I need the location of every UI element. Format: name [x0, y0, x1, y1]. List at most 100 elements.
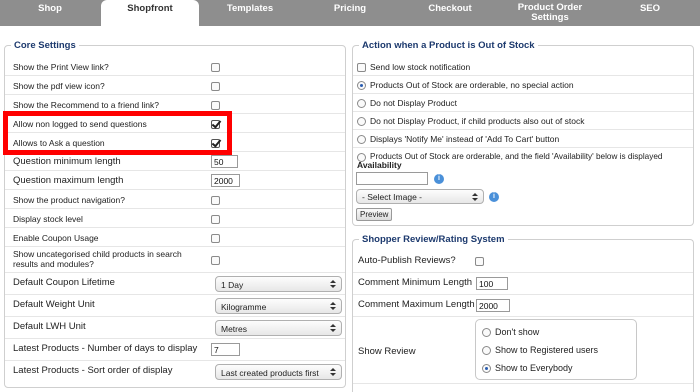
stock-level-checkbox[interactable]	[211, 215, 220, 224]
row-uncategorised: Show uncategorised child products in sea…	[5, 248, 345, 273]
row-stock-opt2: Do not Display Product	[353, 94, 693, 112]
tab-seo[interactable]: SEO	[600, 0, 700, 26]
review-dont-show-radio[interactable]	[482, 328, 491, 337]
stock-level-label: Display stock level	[13, 214, 83, 224]
low-stock-checkbox[interactable]	[357, 63, 366, 72]
tab-label: Product Order Settings	[517, 2, 583, 23]
comment-max-input[interactable]: 2000	[476, 299, 510, 312]
low-stock-label: Send low stock notification	[370, 62, 471, 72]
tab-bar: Shop Shopfront Templates Pricing Checkou…	[0, 0, 700, 27]
tab-label: Checkout	[428, 3, 472, 14]
recommend-checkbox[interactable]	[211, 101, 220, 110]
stock-opt4-label: Displays 'Notify Me' instead of 'Add To …	[370, 134, 560, 144]
tab-label: Pricing	[333, 3, 367, 14]
stock-opt3-label: Do not Display Product, if child product…	[370, 116, 585, 126]
product-navigation-checkbox[interactable]	[211, 196, 220, 205]
select-arrows-icon	[329, 367, 337, 377]
row-pdf-icon: Show the pdf view icon?	[5, 77, 345, 95]
latest-days-input[interactable]: 7	[211, 343, 240, 356]
stock-opt3-radio[interactable]	[357, 117, 366, 126]
row-question-max: Question maximum length 2000	[5, 172, 345, 190]
tab-pricing[interactable]: Pricing	[300, 0, 400, 26]
show-review-label: Show Review	[358, 346, 416, 357]
tab-shop[interactable]: Shop	[0, 0, 100, 26]
out-of-stock-legend: Action when a Product is Out of Stock	[362, 40, 535, 51]
latest-days-label: Latest Products - Number of days to disp…	[13, 343, 198, 354]
row-stock-opt5: Products Out of Stock are orderable, and…	[353, 148, 693, 166]
auto-publish-checkbox[interactable]	[475, 257, 484, 266]
select-arrows-icon	[329, 279, 337, 289]
select-arrows-icon	[471, 192, 479, 202]
show-review-options: Don't show Show to Registered users Show…	[475, 319, 637, 380]
stock-opt5-label: Products Out of Stock are orderable, and…	[370, 152, 663, 161]
coupon-lifetime-select[interactable]: 1 Day	[215, 276, 342, 292]
row-comment-max: Comment Maximum Length 2000	[353, 296, 693, 317]
preview-button[interactable]: Preview	[356, 208, 393, 221]
latest-sort-label: Latest Products - Sort order of display	[13, 365, 173, 376]
comment-min-label: Comment Minimum Length	[358, 277, 473, 288]
row-stock-opt4: Displays 'Notify Me' instead of 'Add To …	[353, 130, 693, 148]
row-stock-level: Display stock level	[5, 210, 345, 228]
select-arrows-icon	[329, 301, 337, 311]
row-latest-days: Latest Products - Number of days to disp…	[5, 340, 345, 361]
coupon-usage-label: Enable Coupon Usage	[13, 233, 99, 243]
row-question-min: Question minimum length 50	[5, 153, 345, 171]
tab-label: Shopfront	[127, 3, 173, 14]
info-icon[interactable]: i	[434, 174, 444, 184]
question-max-input[interactable]: 2000	[211, 174, 240, 187]
stock-opt1-radio[interactable]	[357, 81, 366, 90]
row-product-navigation: Show the product navigation?	[5, 191, 345, 209]
row-lwh-unit: Default LWH Unit Metres	[5, 318, 345, 339]
info-icon[interactable]: i	[489, 192, 499, 202]
comment-min-input[interactable]: 100	[476, 277, 508, 290]
pdf-icon-label: Show the pdf view icon?	[13, 81, 105, 91]
print-view-label: Show the Print View link?	[13, 62, 109, 72]
review-dont-show-label: Don't show	[495, 327, 540, 337]
tab-product-order-settings[interactable]: Product Order Settings	[500, 0, 600, 26]
out-of-stock-rows: Send low stock notification Products Out…	[353, 58, 693, 224]
tab-label: SEO	[639, 3, 661, 14]
select-image-value: - Select Image -	[362, 192, 422, 202]
pdf-icon-checkbox[interactable]	[211, 82, 220, 91]
review-registered-label: Show to Registered users	[495, 345, 599, 355]
select-image-dropdown[interactable]: - Select Image -	[356, 189, 484, 204]
row-stock-opt1: Products Out of Stock are orderable, no …	[353, 76, 693, 94]
stock-opt4-radio[interactable]	[357, 135, 366, 144]
uncategorised-label: Show uncategorised child products in sea…	[13, 249, 182, 269]
uncategorised-checkbox[interactable]	[211, 256, 220, 265]
latest-sort-select[interactable]: Last created products first	[215, 364, 342, 380]
review-registered-radio[interactable]	[482, 346, 491, 355]
question-max-label: Question maximum length	[13, 175, 124, 186]
question-min-label: Question minimum length	[13, 156, 121, 167]
tab-shopfront[interactable]: Shopfront	[101, 0, 199, 27]
coupon-lifetime-value: 1 Day	[221, 280, 244, 290]
core-settings-legend: Core Settings	[14, 40, 76, 51]
coupon-usage-checkbox[interactable]	[211, 234, 220, 243]
lwh-unit-select[interactable]: Metres	[215, 320, 342, 336]
row-comment-min: Comment Minimum Length 100	[353, 274, 693, 295]
question-min-input[interactable]: 50	[211, 155, 238, 168]
availability-input[interactable]	[356, 172, 428, 185]
review-everybody-radio[interactable]	[482, 364, 491, 373]
tab-checkout[interactable]: Checkout	[400, 0, 500, 26]
tab-templates[interactable]: Templates	[200, 0, 300, 26]
row-print-view: Show the Print View link?	[5, 58, 345, 76]
highlight-box	[3, 111, 232, 155]
row-coupon-usage: Enable Coupon Usage	[5, 229, 345, 247]
weight-unit-value: Kilogramme	[221, 302, 267, 312]
tab-label: Shop	[38, 3, 62, 14]
weight-unit-label: Default Weight Unit	[13, 299, 95, 310]
row-show-review: Show Review Don't show Show to Registere…	[353, 318, 693, 384]
weight-unit-select[interactable]: Kilogramme	[215, 298, 342, 314]
review-rows: Auto-Publish Reviews? Comment Minimum Le…	[353, 252, 693, 392]
row-latest-sort: Latest Products - Sort order of display …	[5, 362, 345, 383]
lwh-unit-label: Default LWH Unit	[13, 321, 86, 332]
select-arrows-icon	[329, 323, 337, 333]
stock-opt2-radio[interactable]	[357, 99, 366, 108]
row-auto-publish: Auto-Publish Reviews?	[353, 252, 693, 273]
coupon-lifetime-label: Default Coupon Lifetime	[13, 277, 115, 288]
stock-opt1-label: Products Out of Stock are orderable, no …	[370, 80, 574, 90]
product-navigation-label: Show the product navigation?	[13, 195, 125, 205]
review-legend: Shopper Review/Rating System	[362, 234, 505, 245]
print-view-checkbox[interactable]	[211, 63, 220, 72]
